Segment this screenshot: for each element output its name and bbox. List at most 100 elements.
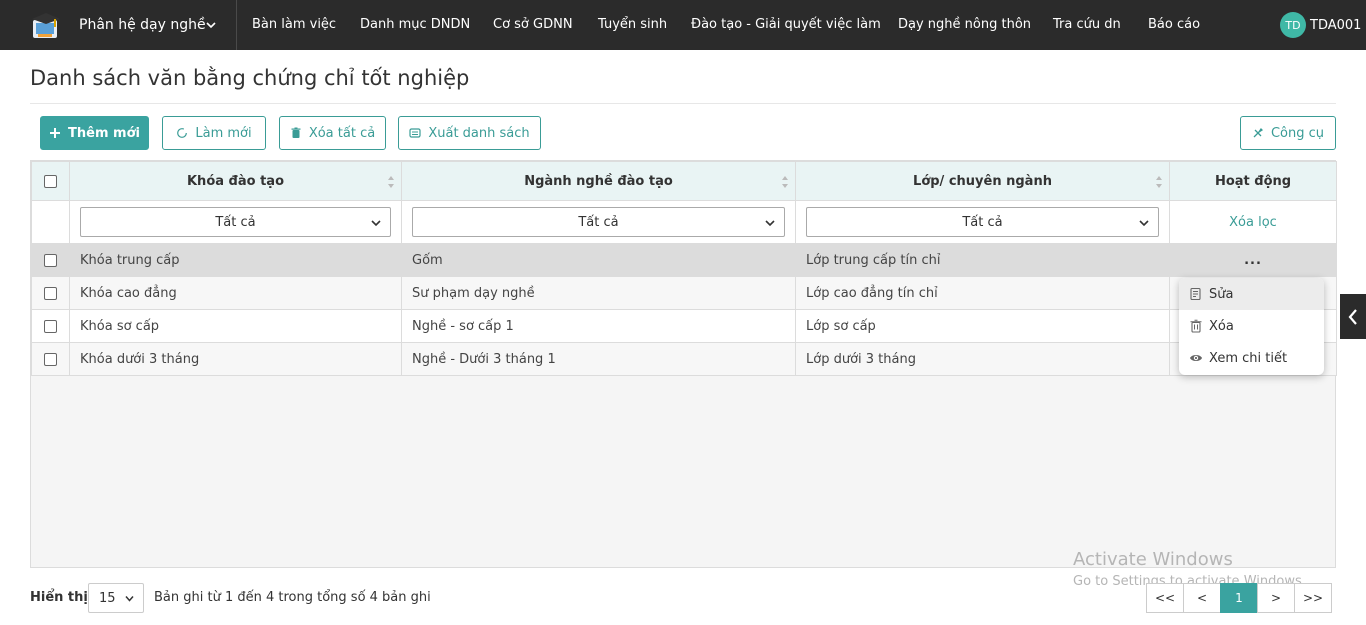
user-menu[interactable]: TD TDA001 <box>1280 12 1361 38</box>
nav-item-enrollment[interactable]: Tuyển sinh <box>598 0 667 50</box>
page-1-button[interactable]: 1 <box>1220 583 1258 613</box>
row-checkbox-cell <box>31 243 70 277</box>
add-new-button[interactable]: Thêm mới <box>40 116 149 150</box>
row-checkbox[interactable] <box>44 352 57 366</box>
page-size-select[interactable]: 15 <box>88 583 144 613</box>
delete-all-button[interactable]: Xóa tất cả <box>279 116 386 150</box>
chevron-down-icon <box>1139 220 1149 227</box>
export-list-button[interactable]: Xuất danh sách <box>398 116 541 150</box>
export-list-label: Xuất danh sách <box>428 125 530 141</box>
class-cell: Lớp dưới 3 tháng <box>795 342 1170 376</box>
plus-icon <box>50 128 61 138</box>
tools-button[interactable]: Công cụ <box>1240 116 1336 150</box>
user-name[interactable]: TDA001 <box>1310 18 1361 33</box>
row-checkbox[interactable] <box>44 286 57 300</box>
tools-icon <box>1253 127 1263 138</box>
table-row[interactable]: Khóa sơ cấp Nghề - sơ cấp 1 Lớp sơ cấp <box>31 309 1337 343</box>
trash-icon <box>291 127 301 138</box>
menu-item-view[interactable]: Xem chi tiết <box>1179 342 1324 374</box>
add-new-label: Thêm mới <box>68 125 140 141</box>
row-checkbox[interactable] <box>44 319 57 333</box>
nav-item-facilities[interactable]: Cơ sở GDNN <box>493 0 573 50</box>
filter-empty-cell <box>31 200 70 244</box>
row-checkbox-cell <box>31 342 70 376</box>
nav-item-training[interactable]: Đào tạo - Giải quyết việc làm <box>691 0 881 50</box>
filter-cell-major: Tất cả <box>401 200 796 244</box>
nav-item-catalog[interactable]: Danh mục DNDN <box>360 0 470 50</box>
prev-page-button[interactable]: < <box>1183 583 1221 613</box>
module-selector-label[interactable]: Phân hệ dạy nghề <box>79 0 206 50</box>
course-filter-select[interactable]: Tất cả <box>80 207 391 237</box>
filter-cell-clear: Xóa lọc <box>1169 200 1337 244</box>
column-header-course-label: Khóa đào tạo <box>186 173 284 189</box>
records-summary: Bản ghi từ 1 đến 4 trong tổng số 4 bản g… <box>154 590 431 605</box>
menu-item-edit[interactable]: Sửa <box>1179 278 1324 310</box>
refresh-icon <box>177 128 188 138</box>
top-nav-bar: Phân hệ dạy nghề Bàn làm việc Danh mục D… <box>0 0 1366 50</box>
app-logo-icon[interactable] <box>30 10 62 42</box>
major-cell: Nghề - Dưới 3 tháng 1 <box>401 342 796 376</box>
major-filter-value: Tất cả <box>578 214 619 230</box>
course-cell: Khóa dưới 3 tháng <box>69 342 402 376</box>
chevron-down-icon[interactable] <box>205 19 217 31</box>
page-size-value: 15 <box>99 590 116 606</box>
major-cell: Sư phạm dạy nghề <box>401 276 796 310</box>
clear-filter-link[interactable]: Xóa lọc <box>1180 215 1326 230</box>
table-row[interactable]: Khóa cao đẳng Sư phạm dạy nghề Lớp cao đ… <box>31 276 1337 310</box>
filter-cell-course: Tất cả <box>69 200 402 244</box>
row-checkbox[interactable] <box>44 253 57 267</box>
class-cell: Lớp trung cấp tín chỉ <box>795 243 1170 277</box>
class-filter-value: Tất cả <box>962 214 1003 230</box>
menu-item-delete-label: Xóa <box>1209 318 1234 334</box>
course-filter-value: Tất cả <box>215 214 256 230</box>
column-header-course[interactable]: Khóa đào tạo <box>69 161 402 201</box>
chevron-left-icon <box>1348 308 1357 325</box>
nav-item-lookup[interactable]: Tra cứu dn <box>1053 0 1121 50</box>
column-header-actions: Hoạt động <box>1169 161 1337 201</box>
actions-cell: ... <box>1169 243 1337 277</box>
side-panel-toggle[interactable] <box>1340 294 1366 339</box>
sort-icon[interactable] <box>781 174 789 190</box>
edit-icon <box>1190 287 1201 301</box>
class-filter-select[interactable]: Tất cả <box>806 207 1159 237</box>
first-page-button[interactable]: << <box>1146 583 1184 613</box>
filter-cell-class: Tất cả <box>795 200 1170 244</box>
column-header-class[interactable]: Lớp/ chuyên ngành <box>795 161 1170 201</box>
next-page-button[interactable]: > <box>1257 583 1295 613</box>
nav-item-reports[interactable]: Báo cáo <box>1148 0 1200 50</box>
major-cell: Gốm <box>401 243 796 277</box>
course-cell: Khóa trung cấp <box>69 243 402 277</box>
avatar[interactable]: TD <box>1280 12 1306 38</box>
major-cell: Nghề - sơ cấp 1 <box>401 309 796 343</box>
select-all-checkbox[interactable] <box>44 174 57 188</box>
major-filter-select[interactable]: Tất cả <box>412 207 785 237</box>
activation-watermark-title: Activate Windows <box>1073 549 1233 570</box>
list-icon <box>409 128 421 138</box>
menu-item-delete[interactable]: Xóa <box>1179 310 1324 342</box>
menu-item-view-label: Xem chi tiết <box>1209 350 1288 366</box>
last-page-button[interactable]: >> <box>1294 583 1332 613</box>
tools-label: Công cụ <box>1270 125 1325 141</box>
table-row[interactable]: Khóa dưới 3 tháng Nghề - Dưới 3 tháng 1 … <box>31 342 1337 376</box>
pagination: << < 1 > >> <box>1146 583 1332 613</box>
nav-divider <box>236 0 237 50</box>
delete-all-label: Xóa tất cả <box>308 125 376 141</box>
row-checkbox-cell <box>31 276 70 310</box>
sort-icon[interactable] <box>1155 174 1163 190</box>
course-cell: Khóa cao đẳng <box>69 276 402 310</box>
column-header-major[interactable]: Ngành nghề đào tạo <box>401 161 796 201</box>
title-divider <box>30 103 1336 104</box>
nav-item-rural-training[interactable]: Dạy nghề nông thôn <box>898 0 1031 50</box>
table-row[interactable]: Khóa trung cấp Gốm Lớp trung cấp tín chỉ… <box>31 243 1337 277</box>
nav-item-desk[interactable]: Bàn làm việc <box>252 0 336 50</box>
sort-icon[interactable] <box>387 174 395 190</box>
eye-icon <box>1190 355 1202 361</box>
refresh-button[interactable]: Làm mới <box>162 116 266 150</box>
filter-row: Tất cả Tất cả Tất cả Xóa lọc <box>31 200 1337 244</box>
row-checkbox-cell <box>31 309 70 343</box>
page-size-label: Hiển thị <box>30 590 88 605</box>
more-actions-button[interactable]: ... <box>1180 253 1326 268</box>
course-cell: Khóa sơ cấp <box>69 309 402 343</box>
page-title: Danh sách văn bằng chứng chỉ tốt nghiệp <box>30 66 470 90</box>
column-header-major-label: Ngành nghề đào tạo <box>524 173 673 189</box>
